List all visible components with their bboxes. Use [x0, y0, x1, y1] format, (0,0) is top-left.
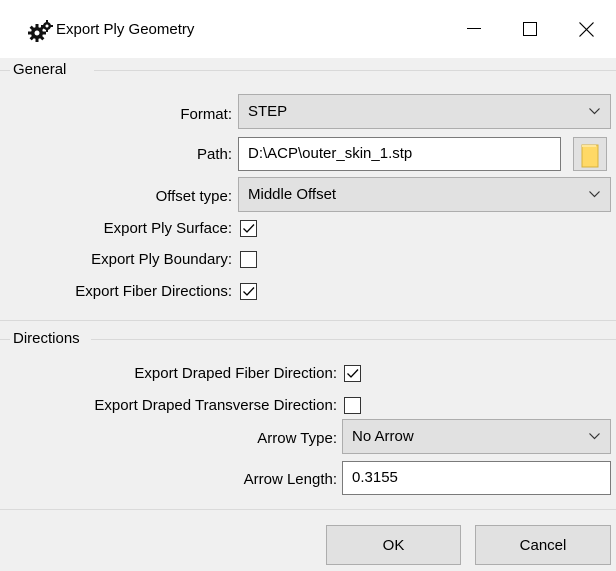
- arrow-length-label: Arrow Length:: [243, 471, 337, 488]
- arrow-length-input[interactable]: 0.3155: [342, 461, 611, 495]
- export-ply-boundary-label: Export Ply Boundary:: [91, 251, 232, 268]
- minimize-button[interactable]: [446, 0, 502, 58]
- ok-button[interactable]: OK: [326, 525, 461, 565]
- export-ply-surface-checkbox[interactable]: [240, 220, 257, 237]
- offset-type-select[interactable]: Middle Offset: [238, 177, 611, 212]
- title-bar: Export Ply Geometry: [0, 0, 616, 58]
- minimize-icon: [467, 28, 481, 29]
- path-input[interactable]: D:\ACP\outer_skin_1.stp: [238, 137, 561, 171]
- check-icon: [243, 224, 255, 233]
- directions-group-title: Directions: [13, 330, 80, 347]
- export-draped-fiber-label: Export Draped Fiber Direction:: [134, 365, 337, 382]
- export-draped-fiber-checkbox[interactable]: [344, 365, 361, 382]
- chevron-down-icon: [589, 433, 600, 440]
- browse-button[interactable]: [573, 137, 607, 171]
- offset-type-value: Middle Offset: [248, 186, 337, 203]
- path-value: D:\ACP\outer_skin_1.stp: [248, 145, 413, 162]
- gears-icon: [28, 20, 53, 42]
- general-group-title: General: [13, 61, 67, 78]
- maximize-icon: [523, 22, 537, 36]
- arrow-type-select[interactable]: No Arrow: [342, 419, 611, 454]
- export-fiber-directions-checkbox[interactable]: [240, 283, 257, 300]
- window-title: Export Ply Geometry: [56, 21, 195, 38]
- path-label: Path:: [196, 146, 232, 163]
- export-draped-transverse-label: Export Draped Transverse Direction:: [94, 397, 337, 414]
- check-icon: [347, 369, 359, 378]
- cancel-button[interactable]: Cancel: [475, 525, 611, 565]
- close-icon: [578, 21, 594, 37]
- format-select[interactable]: STEP: [238, 94, 611, 129]
- footer-separator: [0, 509, 616, 510]
- export-draped-transverse-checkbox[interactable]: [344, 397, 361, 414]
- close-button[interactable]: [558, 0, 614, 58]
- maximize-button[interactable]: [502, 0, 558, 58]
- export-fiber-directions-label: Export Fiber Directions:: [75, 283, 232, 300]
- arrow-type-value: No Arrow: [352, 428, 414, 445]
- chevron-down-icon: [589, 108, 600, 115]
- format-label: Format:: [180, 106, 232, 123]
- folder-icon: [581, 144, 599, 168]
- arrow-type-label: Arrow Type:: [257, 430, 337, 447]
- export-ply-boundary-checkbox[interactable]: [240, 251, 257, 268]
- offset-type-label: Offset type:: [155, 188, 232, 205]
- arrow-length-value: 0.3155: [352, 469, 398, 486]
- check-icon: [243, 287, 255, 296]
- ok-label: OK: [382, 536, 405, 554]
- format-value: STEP: [248, 103, 288, 120]
- export-ply-surface-label: Export Ply Surface:: [103, 220, 232, 237]
- chevron-down-icon: [589, 191, 600, 198]
- cancel-label: Cancel: [519, 536, 567, 554]
